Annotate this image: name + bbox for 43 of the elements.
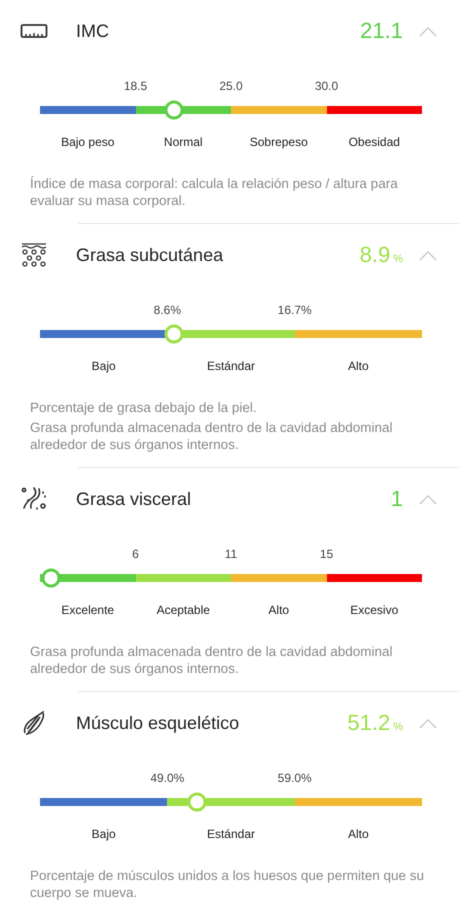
fat-layer-icon — [20, 242, 48, 268]
range-label: Estándar — [206, 827, 255, 841]
range-label: Estándar — [206, 359, 255, 373]
threshold-value: 49.0% — [150, 771, 184, 785]
metric-value: 1 — [390, 486, 403, 512]
range-label: Sobrepeso — [250, 135, 308, 149]
metric-value: 8.9% — [360, 242, 403, 268]
metric-value: 51.2% — [347, 710, 403, 736]
metric-title: Grasa subcutánea — [76, 244, 224, 266]
threshold-value: 16.7% — [278, 303, 312, 317]
threshold-value: 59.0% — [278, 771, 312, 785]
threshold-value: 11 — [224, 547, 238, 561]
metric-title: Grasa visceral — [76, 488, 192, 510]
intestine-icon — [20, 486, 48, 512]
threshold-value: 18.5 — [124, 79, 148, 93]
threshold-value: 6 — [132, 547, 139, 561]
range-label: Bajo — [92, 827, 116, 841]
chevron-icon[interactable] — [419, 26, 437, 36]
range-label: Bajo peso — [61, 135, 114, 149]
chevron-icon[interactable] — [419, 494, 437, 504]
range-label: Bajo — [92, 359, 116, 373]
metric-value: 21.1 — [360, 18, 403, 44]
range-label: Alto — [268, 603, 290, 617]
threshold-value: 25.0 — [219, 79, 243, 93]
metric-title: Músculo esquelético — [76, 712, 240, 734]
description-text: Porcentaje de músculos unidos a los huesos que permiten que su cuerpo se mueva. — [30, 867, 425, 901]
threshold-value: 15 — [320, 547, 334, 561]
range-label: Aceptable — [156, 603, 210, 617]
range-label: Excesivo — [350, 603, 398, 617]
description-text: Grasa profunda almacenada dentro de la cavidad abdominal alrededor de sus órganos internos. — [30, 643, 394, 677]
metric-title: IMC — [76, 20, 110, 42]
description-text: Grasa profunda almacenada dentro de la cavidad abdominal alrededor de sus órganos internos. — [30, 419, 394, 453]
description-text: Porcentaje de grasa debajo de la piel. — [30, 399, 258, 416]
chevron-icon[interactable] — [419, 718, 437, 728]
threshold-value: 8.6% — [154, 303, 181, 317]
range-label: Normal — [164, 135, 203, 149]
description-text: Índice de masa corporal: calcula la relación peso / altura para evaluar su masa corporal. — [30, 175, 399, 209]
range-label: Alto — [348, 359, 369, 373]
threshold-value: 30.0 — [314, 79, 338, 93]
chevron-icon[interactable] — [419, 250, 437, 260]
range-label: Obesidad — [348, 135, 400, 149]
range-label: Alto — [348, 827, 369, 841]
range-label: Excelente — [61, 603, 114, 617]
